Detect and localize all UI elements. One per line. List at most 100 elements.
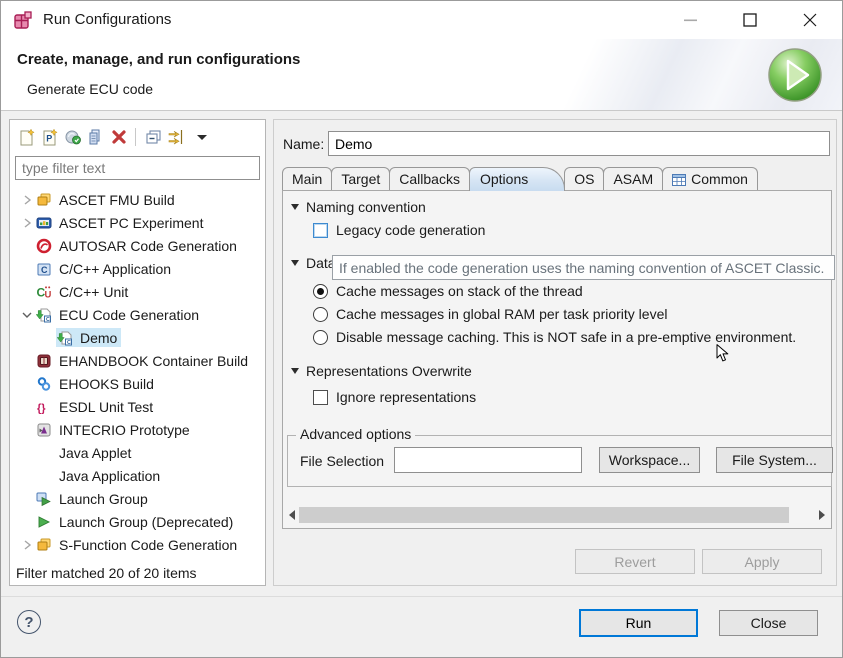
chevron-expanded-icon[interactable] [18, 307, 36, 323]
autosar-icon [36, 237, 53, 254]
chevron-collapsed-icon[interactable] [18, 215, 36, 231]
cache-global-ram-radio[interactable] [313, 307, 328, 322]
workspace-button[interactable]: Workspace... [599, 447, 700, 473]
tab-common[interactable]: Common [662, 167, 758, 191]
editor-tabs: Main Target Callbacks Options OS ASAM Co… [282, 167, 757, 191]
filter-configurations-icon[interactable] [164, 126, 187, 149]
new-prototype-icon[interactable]: P [38, 126, 61, 149]
run-button[interactable]: Run [579, 609, 698, 637]
duplicate-configuration-icon[interactable] [84, 126, 107, 149]
revert-button[interactable]: Revert [575, 549, 695, 574]
ignore-representations-row: Ignore representations [313, 389, 476, 405]
section-collapse-icon[interactable] [291, 260, 299, 266]
header-banner: Create, manage, and run configurations G… [1, 39, 842, 111]
delete-configuration-icon[interactable] [107, 126, 130, 149]
maximize-button[interactable] [727, 1, 773, 39]
filesystem-button[interactable]: File System... [716, 447, 833, 473]
tree-item-label: C/C++ Application [59, 261, 171, 277]
tab-main[interactable]: Main [282, 167, 332, 191]
tree-item-label: ASCET PC Experiment [59, 215, 203, 231]
tab-asam[interactable]: ASAM [603, 167, 663, 191]
ehooks-icon [36, 375, 53, 392]
tree-item-autosar-code-generation[interactable]: AUTOSAR Code Generation [10, 234, 265, 257]
configuration-editor: Name: Main Target Callbacks Options OS A… [273, 119, 837, 586]
filter-input[interactable] [15, 156, 260, 180]
svg-text:C: C [67, 340, 71, 346]
chevron-collapsed-icon[interactable] [18, 192, 36, 208]
tree-item-launch-group-deprecated[interactable]: Launch Group (Deprecated) [10, 510, 265, 533]
tree-item-java-applet[interactable]: Java Applet [10, 441, 265, 464]
tree-item-esdl-unit-test[interactable]: {} ESDL Unit Test [10, 395, 265, 418]
tree-item-ascet-fmu-build[interactable]: ASCET FMU Build [10, 188, 265, 211]
tree-item-cpp-application[interactable]: C C/C++ Application [10, 257, 265, 280]
scrollbar-track[interactable] [299, 507, 815, 523]
chevron-collapsed-icon[interactable] [18, 537, 36, 553]
tab-callbacks[interactable]: Callbacks [389, 167, 470, 191]
svg-text:C: C [41, 265, 48, 275]
s-function-icon [36, 536, 53, 553]
tab-options[interactable]: Options [469, 167, 565, 191]
cache-stack-radio[interactable] [313, 284, 328, 299]
tree-item-label: EHANDBOOK Container Build [59, 353, 248, 369]
name-input[interactable] [328, 131, 830, 156]
collapse-all-icon[interactable] [141, 126, 164, 149]
tree-item-launch-group[interactable]: Launch Group [10, 487, 265, 510]
tree-item-label: Java Application [59, 468, 160, 484]
svg-text:{}: {} [37, 402, 46, 414]
cpp-application-icon: C [36, 260, 53, 277]
close-button[interactable]: Close [719, 610, 818, 636]
close-window-button[interactable] [787, 1, 833, 39]
tree-item-ecu-code-generation[interactable]: C ECU Code Generation [10, 303, 265, 326]
window-title: Run Configurations [43, 11, 171, 28]
tree-item-ehooks-build[interactable]: EHOOKS Build [10, 372, 265, 395]
legacy-code-generation-row: Legacy code generation [313, 222, 485, 238]
tab-label: Main [292, 168, 322, 191]
run-configurations-icon [13, 10, 33, 30]
tree-item-demo[interactable]: C Demo [10, 326, 265, 349]
name-label: Name: [283, 136, 324, 152]
tree-item-java-application[interactable]: Java Application [10, 464, 265, 487]
configurations-panel: P [9, 119, 266, 586]
tree-item-label: Java Applet [59, 445, 131, 461]
legacy-code-generation-checkbox[interactable] [313, 223, 328, 238]
tree-item-ascet-pc-experiment[interactable]: ASCET PC Experiment [10, 211, 265, 234]
tree-item-intecrio-prototype[interactable]: INTECRIO Prototype [10, 418, 265, 441]
selected-tree-item[interactable]: C Demo [56, 328, 121, 347]
tree-item-cpp-unit[interactable]: C U C/C++ Unit [10, 280, 265, 303]
naming-convention-section[interactable]: Naming convention [291, 199, 426, 215]
scrollbar-thumb[interactable] [299, 507, 789, 523]
banner-subtitle: Generate ECU code [27, 81, 153, 97]
tooltip: If enabled the code generation uses the … [332, 255, 835, 280]
data-section[interactable]: Data [291, 255, 336, 271]
section-collapse-icon[interactable] [291, 368, 299, 374]
apply-button[interactable]: Apply [702, 549, 822, 574]
help-button[interactable]: ? [17, 610, 41, 634]
view-menu-icon[interactable] [187, 126, 210, 149]
representations-section[interactable]: Representations Overwrite [291, 363, 472, 379]
tab-target[interactable]: Target [331, 167, 390, 191]
section-title: Naming convention [306, 199, 426, 215]
title-bar: Run Configurations [1, 1, 842, 39]
scroll-right-icon[interactable] [815, 505, 829, 525]
tab-os[interactable]: OS [564, 167, 604, 191]
banner-title: Create, manage, and run configurations [17, 51, 300, 68]
cache-global-ram-row: Cache messages in global RAM per task pr… [313, 306, 667, 322]
tree-item-s-function-code-generation[interactable]: S-Function Code Generation [10, 533, 265, 556]
export-configurations-icon[interactable] [61, 126, 84, 149]
tab-label: Target [341, 168, 380, 191]
advanced-options-group: Advanced options File Selection Workspac… [287, 435, 832, 487]
tooltip-text: If enabled the code generation uses the … [339, 260, 824, 276]
tree-item-label: Launch Group (Deprecated) [59, 514, 233, 530]
new-configuration-icon[interactable] [15, 126, 38, 149]
section-collapse-icon[interactable] [291, 204, 299, 210]
ignore-representations-checkbox[interactable] [313, 390, 328, 405]
minimize-button[interactable] [667, 1, 713, 39]
scroll-left-icon[interactable] [285, 505, 299, 525]
horizontal-scrollbar[interactable] [285, 505, 829, 525]
intecrio-icon [36, 421, 53, 438]
configurations-toolbar: P [10, 120, 265, 154]
tree-item-ehandbook-container-build[interactable]: EHANDBOOK Container Build [10, 349, 265, 372]
play-icon [36, 513, 53, 530]
file-selection-input[interactable] [394, 447, 582, 473]
disable-caching-radio[interactable] [313, 330, 328, 345]
